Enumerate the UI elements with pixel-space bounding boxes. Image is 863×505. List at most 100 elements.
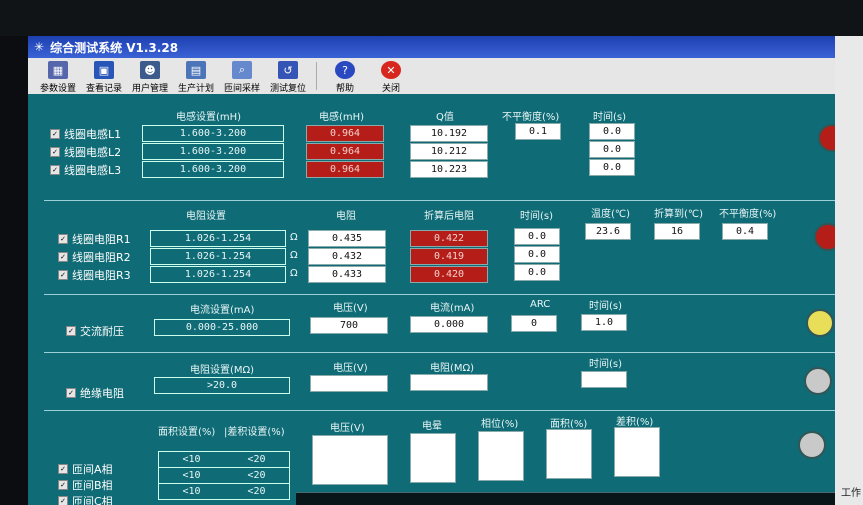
- row-label-l1[interactable]: ✓ 线圈电感L1: [50, 126, 121, 142]
- test-reset-button[interactable]: ↺ 测试复位: [266, 60, 310, 94]
- close-button[interactable]: ✕ 关闭: [369, 60, 413, 94]
- interturn-setting-c[interactable]: <10 <20: [158, 483, 290, 500]
- row-label-l2[interactable]: ✓ 线圈电感L2: [50, 144, 121, 160]
- app-window: ✳ 综合测试系统 V1.3.28 ▦ 参数设置 ▣ 查看记录 ☻ 用户管理 ▤ …: [28, 36, 863, 505]
- close-icon: ✕: [381, 61, 401, 79]
- row-label-insulation[interactable]: ✓ 绝缘电阻: [66, 385, 124, 401]
- checkbox[interactable]: ✓: [58, 270, 68, 280]
- inductance-unbalance-header: 不平衡度(%): [502, 112, 560, 123]
- checkbox[interactable]: ✓: [50, 147, 60, 157]
- checkbox[interactable]: ✓: [58, 252, 68, 262]
- inductance-value-l3: 0.964: [306, 161, 384, 178]
- arc-header: ARC: [530, 299, 551, 310]
- insulation-status-light: [804, 367, 832, 395]
- interturn-voltage-grid: [312, 435, 388, 485]
- toolbar: ▦ 参数设置 ▣ 查看记录 ☻ 用户管理 ▤ 生产计划 ⌕ 匝间采样 ↺ 测试复…: [28, 58, 863, 95]
- insulation-voltage-value: [310, 375, 388, 392]
- checkbox[interactable]: ✓: [58, 234, 68, 244]
- area-value-header: 面积(%): [550, 419, 588, 430]
- interturn-setting-a[interactable]: <10 <20: [158, 451, 290, 468]
- resistance-unbalance-header: 不平衡度(%): [719, 209, 777, 220]
- inductance-panel: 电感设置(mH) 电感(mH) Q值 不平衡度(%) 时间(s) ✓ 线圈电感L1…: [44, 94, 863, 198]
- row-label-ac[interactable]: ✓ 交流耐压: [66, 323, 124, 339]
- inductance-time-l1: 0.0: [589, 123, 635, 140]
- row-label-phase-c[interactable]: ✓ 匝间C相: [58, 493, 113, 505]
- interturn-sample-button[interactable]: ⌕ 匝间采样: [220, 60, 264, 94]
- row-label-r1[interactable]: ✓ 线圈电阻R1: [58, 231, 131, 247]
- production-plan-button[interactable]: ▤ 生产计划: [174, 60, 218, 94]
- insulation-resistance-header: 电阻(MΩ): [430, 363, 475, 374]
- convert-to-value[interactable]: 16: [654, 223, 700, 240]
- checkbox[interactable]: ✓: [58, 496, 68, 505]
- area-grid: [546, 429, 592, 479]
- current-setting-value[interactable]: 0.000-25.000: [154, 319, 290, 336]
- inductance-setting-l2[interactable]: 1.600-3.200: [142, 143, 284, 160]
- save-icon: ▣: [94, 61, 114, 79]
- insulation-time-value: [581, 371, 627, 388]
- params-button[interactable]: ▦ 参数设置: [36, 60, 80, 94]
- inductance-setting-l1[interactable]: 1.600-3.200: [142, 125, 284, 142]
- inductance-unbalance-value: 0.1: [515, 123, 561, 140]
- row-label-r2[interactable]: ✓ 线圈电阻R2: [58, 249, 131, 265]
- phase-grid: [478, 431, 524, 481]
- resistance-value-r3: 0.433: [308, 266, 386, 283]
- resistance-setting-r3[interactable]: 1.026-1.254: [150, 266, 286, 283]
- temperature-value: 23.6: [585, 223, 631, 240]
- params-icon: ▦: [48, 61, 68, 79]
- interturn-setting-b[interactable]: <10 <20: [158, 467, 290, 484]
- checkbox[interactable]: ✓: [50, 129, 60, 139]
- monitor-bezel: [0, 0, 863, 36]
- view-records-button[interactable]: ▣ 查看记录: [82, 60, 126, 94]
- insulation-panel: 电阻设置(MΩ) 电压(V) 电阻(MΩ) 时间(s) ✓ 绝缘电阻 >20.0: [44, 352, 863, 409]
- current-setting-header: 电流设置(mA): [190, 305, 255, 316]
- resistance-value-header: 电阻: [336, 211, 356, 222]
- converted-resistance-r1: 0.422: [410, 230, 488, 247]
- checkbox[interactable]: ✓: [66, 326, 76, 336]
- q-value-l1: 10.192: [410, 125, 488, 142]
- checkbox[interactable]: ✓: [50, 165, 60, 175]
- ac-current-value: 0.000: [410, 316, 488, 333]
- resistance-setting-r2[interactable]: 1.026-1.254: [150, 248, 286, 265]
- interturn-voltage-header: 电压(V): [330, 423, 365, 434]
- resistance-value-r1: 0.435: [308, 230, 386, 247]
- insulation-resistance-value: [410, 374, 488, 391]
- q-header: Q值: [436, 112, 454, 123]
- converted-resistance-header: 折算后电阻: [424, 211, 474, 222]
- ac-voltage-value: 700: [310, 317, 388, 334]
- row-label-l3[interactable]: ✓ 线圈电感L3: [50, 162, 121, 178]
- ac-status-light: [806, 309, 834, 337]
- inductance-setting-l3[interactable]: 1.600-3.200: [142, 161, 284, 178]
- diff-setting-header: |差积设置(%): [224, 427, 285, 438]
- right-window-edge: 工作: [835, 36, 863, 505]
- user-icon: ☻: [140, 61, 160, 79]
- diff-value-header: 差积(%): [616, 417, 654, 428]
- app-icon: ✳: [34, 40, 45, 54]
- checkbox[interactable]: ✓: [58, 464, 68, 474]
- q-value-l3: 10.223: [410, 161, 488, 178]
- interturn-status-light: [798, 431, 826, 459]
- resistance-time-r3: 0.0: [514, 264, 560, 281]
- resistance-setting-r1[interactable]: 1.026-1.254: [150, 230, 286, 247]
- insulation-voltage-header: 电压(V): [333, 363, 368, 374]
- convert-to-header: 折算到(℃): [654, 209, 704, 220]
- temperature-header: 温度(℃): [591, 209, 631, 220]
- row-label-phase-b[interactable]: ✓ 匝间B相: [58, 477, 113, 493]
- ac-time-header: 时间(s): [589, 301, 623, 312]
- ohm-unit-r1: Ω: [290, 232, 298, 243]
- reset-icon: ↺: [278, 61, 298, 79]
- ac-withstand-panel: 电流设置(mA) 电压(V) 电流(mA) ARC 时间(s) ✓ 交流耐压 0.…: [44, 294, 863, 351]
- insulation-setting-value[interactable]: >20.0: [154, 377, 290, 394]
- row-label-r3[interactable]: ✓ 线圈电阻R3: [58, 267, 131, 283]
- phase-header: 相位(%): [481, 419, 519, 430]
- help-button[interactable]: ? 帮助: [323, 60, 367, 94]
- ac-current-header: 电流(mA): [430, 303, 475, 314]
- bottom-grid-strip: [296, 492, 846, 505]
- resistance-setting-header: 电阻设置: [186, 211, 226, 222]
- row-label-phase-a[interactable]: ✓ 匝间A相: [58, 461, 113, 477]
- checkbox[interactable]: ✓: [58, 480, 68, 490]
- charge-grid: [410, 433, 456, 483]
- checkbox[interactable]: ✓: [66, 388, 76, 398]
- user-manage-button[interactable]: ☻ 用户管理: [128, 60, 172, 94]
- diff-grid: [614, 427, 660, 477]
- resistance-panel: 电阻设置 电阻 折算后电阻 时间(s) 温度(℃) 折算到(℃) 不平衡度(%)…: [44, 200, 863, 293]
